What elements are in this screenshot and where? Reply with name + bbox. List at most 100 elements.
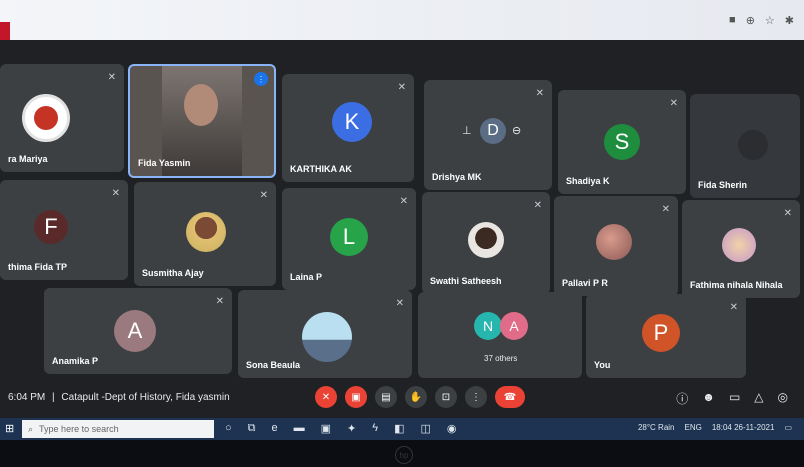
file-explorer-icon[interactable]: ▬ — [294, 422, 305, 435]
meeting-controls-bar: 6:04 PM | Catapult -Dept of History, Fid… — [0, 378, 804, 418]
mic-off-icon: ✕ — [783, 208, 792, 219]
mic-off-icon: ✕ — [215, 296, 224, 307]
language-indicator[interactable]: ENG — [685, 423, 702, 432]
camera-icon[interactable]: ■ — [729, 14, 736, 27]
avatar: A — [500, 312, 528, 340]
avatar: A — [114, 310, 156, 352]
participant-name: Swathi Satheesh — [430, 276, 502, 286]
taskbar-search-input[interactable]: ⌕ Type here to search — [22, 420, 214, 438]
others-count: 37 others — [484, 354, 518, 363]
camera-toggle-button[interactable]: ▣ — [345, 386, 367, 408]
store-icon[interactable]: ▣ — [321, 422, 331, 435]
person-face — [184, 84, 218, 126]
participant-name: Fida Yasmin — [138, 158, 191, 168]
participant-tile[interactable]: ✕ Susmitha Ajay — [134, 182, 276, 286]
chat-icon[interactable]: ▭ — [729, 390, 740, 407]
mic-off-icon: ✕ — [397, 82, 406, 93]
participant-name: Anamika P — [52, 356, 99, 366]
share-icon[interactable]: ⊕ — [746, 14, 755, 27]
meet-grid: ✕ ra Mariya ⋮ Fida Yasmin K ✕ KARTHIKA A… — [0, 40, 804, 378]
activities-icon[interactable]: △ — [754, 390, 763, 407]
mic-off-icon: ✕ — [661, 204, 670, 215]
participant-tile[interactable]: ✕ ra Mariya — [0, 64, 124, 172]
avatar: D — [480, 118, 506, 144]
pin-icon[interactable]: ⊥ — [462, 124, 472, 137]
search-placeholder: Type here to search — [39, 424, 119, 434]
participant-name: Fathima nihala Nihala — [690, 280, 783, 290]
avatar-photo — [738, 130, 768, 160]
participant-name: Shadiya K — [566, 176, 610, 186]
task-view-icon[interactable]: ⧉ — [248, 422, 256, 435]
participant-tile[interactable]: K ✕ KARTHIKA AK — [282, 74, 414, 182]
participant-name: ra Mariya — [8, 154, 48, 164]
participant-name: Pallavi P R — [562, 278, 608, 288]
participant-tile[interactable]: F ✕ thima Fida TP — [0, 180, 128, 280]
meeting-time: 6:04 PM — [8, 392, 46, 403]
participant-tile[interactable]: ⊥ D ⊖ ✕ Drishya MK — [424, 80, 552, 190]
speaking-indicator-icon: ⋮ — [254, 72, 268, 86]
clock[interactable]: 18:04 26-11-2021 — [712, 423, 775, 432]
mic-off-icon: ✕ — [669, 98, 678, 109]
host-controls-icon[interactable]: ◎ — [778, 390, 788, 407]
participant-tile[interactable]: ✕ Swathi Satheesh — [422, 192, 550, 294]
app-icon[interactable]: ϟ — [372, 422, 378, 435]
participant-name: Drishya MK — [432, 172, 482, 182]
mic-off-icon: ✕ — [259, 190, 268, 201]
avatar-photo — [468, 222, 504, 258]
dropbox-icon[interactable]: ✦ — [347, 422, 356, 435]
avatar: N — [474, 312, 502, 340]
people-icon[interactable]: ☻ — [702, 390, 715, 407]
search-icon: ⌕ — [28, 423, 34, 434]
mic-toggle-button[interactable]: ✕ — [315, 386, 337, 408]
participant-tile[interactable]: ✕ Fathima nihala Nihala — [682, 200, 800, 298]
extension-icon[interactable]: ✱ — [785, 14, 794, 27]
participant-name: Fida Sherin — [698, 180, 748, 190]
present-button[interactable]: ⊡ — [435, 386, 457, 408]
avatar-photo — [596, 224, 632, 260]
avatar: F — [34, 210, 68, 244]
windows-taskbar: ⊞ ⌕ Type here to search ○ ⧉ e ▬ ▣ ✦ ϟ ◧ … — [0, 418, 804, 440]
avatar-photo — [302, 312, 352, 362]
raise-hand-button[interactable]: ✋ — [405, 386, 427, 408]
participant-tile-speaking[interactable]: ⋮ Fida Yasmin — [128, 64, 276, 178]
screen: ■ ⊕ ☆ ✱ ✕ ra Mariya ⋮ Fida Yasmin K ✕ KA… — [0, 0, 804, 440]
info-icon[interactable]: ⓘ — [676, 390, 688, 407]
chrome-icon[interactable]: ◉ — [447, 422, 457, 435]
clock-time: 18:04 — [711, 423, 732, 432]
participant-name: Susmitha Ajay — [142, 268, 204, 278]
participant-name: thima Fida TP — [8, 262, 68, 272]
participant-name: You — [594, 360, 611, 370]
self-tile[interactable]: P ✕ You — [586, 294, 746, 378]
mic-off-icon: ✕ — [533, 200, 542, 211]
mic-off-icon: ✕ — [729, 302, 738, 313]
remove-icon[interactable]: ⊖ — [512, 124, 521, 137]
participant-tile[interactable]: A ✕ Anamika P — [44, 288, 232, 374]
leave-call-button[interactable]: ☎ — [495, 386, 525, 408]
notification-icon[interactable]: ▭ — [784, 423, 792, 432]
cortana-icon[interactable]: ○ — [225, 422, 232, 435]
logo-emblem-icon — [34, 106, 58, 130]
college-logo-avatar — [22, 94, 70, 142]
captions-button[interactable]: ▤ — [375, 386, 397, 408]
participant-tile[interactable]: S ✕ Shadiya K — [558, 90, 686, 194]
weather-status[interactable]: 28°C Rain — [638, 423, 675, 432]
star-icon[interactable]: ☆ — [765, 14, 775, 27]
participant-name: KARTHIKA AK — [290, 164, 352, 174]
browser-chrome-bar: ■ ⊕ ☆ ✱ — [0, 0, 804, 44]
avatar: K — [332, 102, 372, 142]
more-options-button[interactable]: ⋮ — [465, 386, 487, 408]
hp-logo: hp — [395, 446, 413, 464]
edge-icon[interactable]: e — [272, 422, 278, 435]
participant-tile[interactable]: ✕ Pallavi P R — [554, 196, 678, 296]
participant-tile[interactable]: L ✕ Laina P — [282, 188, 416, 290]
app-icon[interactable]: ◫ — [421, 422, 431, 435]
system-tray: 28°C Rain ENG 18:04 26-11-2021 ▭ — [638, 423, 792, 432]
participant-tile[interactable]: ✕ Sona Beaula — [238, 290, 412, 378]
participant-tile[interactable]: Fida Sherin — [690, 94, 800, 198]
others-tile[interactable]: N A 37 others — [418, 292, 582, 378]
avatar-photo — [722, 228, 756, 262]
participant-name: Sona Beaula — [246, 360, 301, 370]
windows-start-icon[interactable]: ⊞ — [5, 422, 14, 435]
office-icon[interactable]: ◧ — [394, 422, 404, 435]
meeting-info-separator: | — [52, 392, 55, 403]
